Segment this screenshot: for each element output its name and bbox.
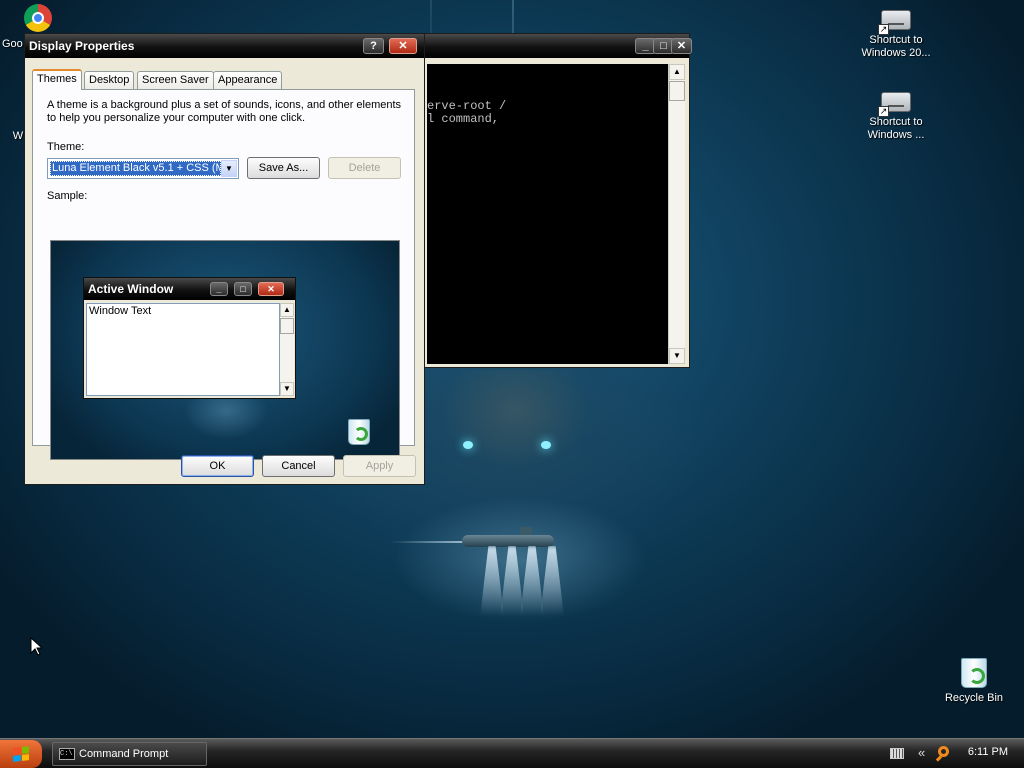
shortcut-arrow-icon: ↗	[878, 106, 889, 117]
windows-logo-icon	[13, 746, 29, 762]
close-button[interactable]: ✕	[671, 38, 692, 54]
close-button[interactable]: ✕	[389, 38, 417, 54]
sample-label: Sample:	[47, 190, 88, 202]
keyboard-icon[interactable]	[890, 748, 904, 759]
mouse-cursor-icon	[30, 637, 42, 656]
desktop-icon-chrome[interactable]: Goo	[0, 4, 52, 50]
cmd-scrollbar[interactable]: ▲ ▼	[668, 64, 685, 364]
start-button[interactable]	[0, 740, 42, 768]
system-clock[interactable]: 6:11 PM	[968, 746, 1008, 758]
desktop-icon-label: Recycle Bin	[944, 692, 1004, 704]
recycle-bin-icon	[348, 419, 370, 445]
scroll-down-arrow-icon[interactable]: ▼	[669, 348, 685, 364]
minimize-icon: _	[210, 282, 228, 296]
cancel-button[interactable]: Cancel	[262, 455, 335, 477]
theme-dropdown[interactable]: Luna Element Black v5.1 + CSS (M ▼	[47, 158, 239, 179]
scroll-up-arrow-icon: ▲	[280, 303, 294, 317]
sea-monster-silhouette	[440, 370, 590, 470]
submarine-light-beam	[520, 546, 544, 616]
desktop-icon-recycle-bin[interactable]: Recycle Bin	[934, 658, 1014, 705]
sample-window-text: Window Text	[89, 305, 152, 317]
sample-scrollbar: ▲ ▼	[280, 303, 294, 396]
scroll-up-arrow-icon[interactable]: ▲	[669, 64, 685, 80]
display-properties-dialog[interactable]: Display Properties ? ✕ Themes Desktop Sc…	[24, 33, 425, 485]
delete-button[interactable]: Delete	[328, 157, 401, 179]
sample-title-bar: Active Window _ □ ✕	[84, 278, 295, 300]
tray-expand-chevron-icon[interactable]: «	[918, 745, 925, 760]
tab-desktop[interactable]: Desktop	[84, 71, 135, 89]
hard-drive-icon: ↗	[878, 10, 911, 35]
tab-screen-saver[interactable]: Screen Saver	[137, 71, 214, 89]
close-icon: ✕	[258, 282, 284, 296]
desktop-icon-shortcut-windows-1[interactable]: ↗ Shortcut to Windows 20...	[856, 10, 936, 60]
cmd-title-bar[interactable]: _ □ ✕	[425, 34, 692, 58]
command-prompt-icon: C:\	[59, 748, 75, 760]
ok-button[interactable]: OK	[181, 455, 254, 477]
taskbar-item-label: Command Prompt	[79, 748, 169, 760]
save-as-button[interactable]: Save As...	[247, 157, 320, 179]
sample-window-text-area: Window Text	[86, 303, 280, 396]
maximize-icon: □	[234, 282, 252, 296]
monster-eye	[463, 441, 473, 449]
dialog-title: Display Properties	[29, 39, 135, 53]
desktop-icon-label: Goo	[2, 38, 23, 50]
desktop-icon-label: Shortcut to Windows 20...	[861, 34, 931, 59]
themes-panel: A theme is a background plus a set of so…	[32, 89, 415, 460]
submarine-trail	[390, 541, 470, 543]
cmd-line: l command,	[427, 112, 500, 126]
submarine-light-beam	[500, 546, 524, 616]
help-button[interactable]: ?	[363, 38, 384, 54]
sample-window-title: Active Window	[88, 282, 174, 296]
tab-appearance[interactable]: Appearance	[213, 71, 283, 89]
scroll-thumb	[280, 318, 294, 334]
chrome-icon	[24, 4, 52, 32]
chevron-down-icon[interactable]: ▼	[221, 160, 237, 177]
theme-description: A theme is a background plus a set of so…	[47, 99, 402, 124]
sample-active-window: Active Window _ □ ✕ Window Text ▲ ▼	[83, 277, 296, 399]
submarine-light-beam	[540, 546, 564, 616]
desktop-icon-shortcut-windows-2[interactable]: ↗ Shortcut to Windows ...	[856, 92, 936, 142]
taskbar: C:\ Command Prompt « 6:11 PM	[0, 738, 1024, 768]
recycle-bin-icon	[961, 658, 987, 688]
search-icon-handle	[935, 755, 943, 762]
theme-sample-preview: Active Window _ □ ✕ Window Text ▲ ▼	[50, 240, 400, 460]
theme-label: Theme:	[47, 141, 85, 153]
scroll-thumb[interactable]	[669, 81, 685, 101]
command-prompt-window[interactable]: _ □ ✕ erve-root / l command, ▲ ▼	[424, 33, 692, 368]
shortcut-arrow-icon: ↗	[878, 24, 889, 35]
submarine-light-beam	[480, 546, 504, 616]
monster-eye	[541, 441, 551, 449]
submarine	[462, 535, 554, 547]
desktop-icon-label: W	[12, 130, 24, 142]
tab-themes[interactable]: Themes	[32, 69, 82, 90]
cmd-output[interactable]: erve-root / l command,	[427, 64, 672, 364]
hard-drive-icon: ↗	[878, 92, 911, 117]
scroll-down-arrow-icon: ▼	[280, 382, 294, 396]
taskbar-item-command-prompt[interactable]: C:\ Command Prompt	[52, 742, 207, 766]
dialog-title-bar[interactable]: Display Properties ? ✕	[25, 34, 424, 58]
desktop-icon-label: Shortcut to Windows ...	[867, 116, 925, 141]
theme-selected-value: Luna Element Black v5.1 + CSS (M	[50, 161, 221, 176]
apply-button[interactable]: Apply	[343, 455, 416, 477]
